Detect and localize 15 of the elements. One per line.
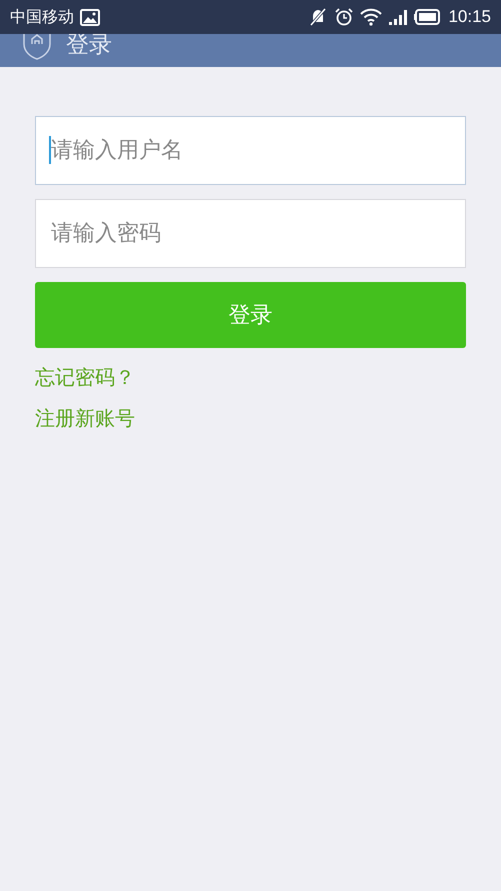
clock-time: 10:15 [448,7,491,27]
username-field[interactable]: 请输入用户名 [35,116,466,185]
text-cursor [49,136,51,164]
register-link[interactable]: 注册新账号 [35,405,135,432]
wifi-icon [360,8,382,26]
signal-icon [388,8,408,26]
login-button[interactable]: 登录 [35,282,466,348]
carrier-name: 中国移动 [10,6,74,28]
alarm-icon [334,7,354,27]
screen-title: 登录 [66,31,112,60]
image-icon [80,8,100,26]
forgot-password-link[interactable]: 忘记密码？ [35,364,135,391]
password-field[interactable]: 请输入密码 [35,199,466,268]
muted-bell-icon [308,7,328,27]
battery-icon [414,9,440,25]
